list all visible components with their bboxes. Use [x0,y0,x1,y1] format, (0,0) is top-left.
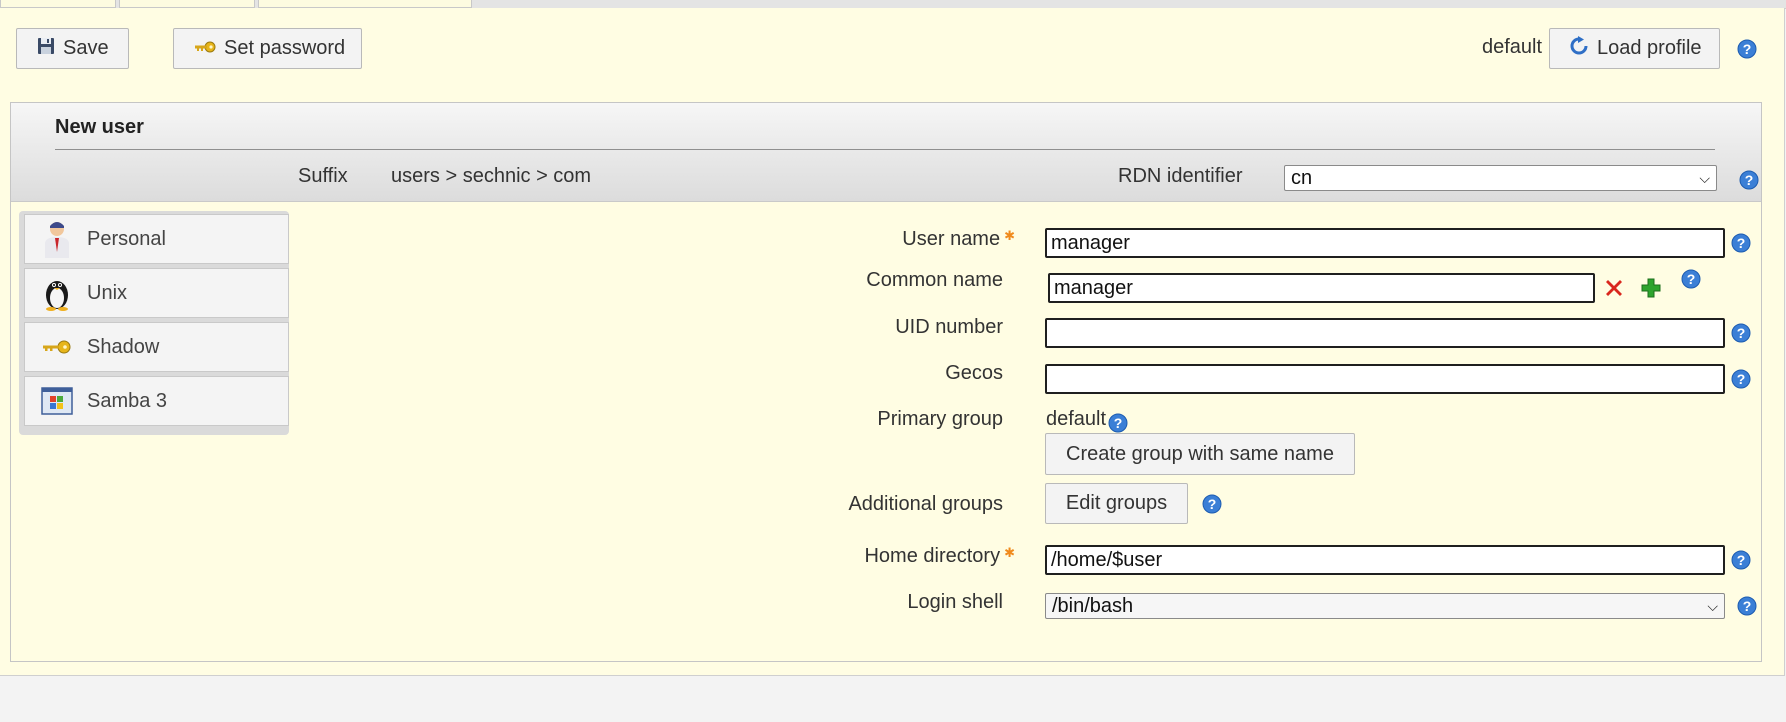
chevron-down-icon: ⌵ [1707,597,1718,614]
top-tab-2[interactable] [119,0,255,8]
gecos-label: Gecos [945,362,1003,384]
svg-text:?: ? [1737,371,1746,387]
home-directory-field[interactable] [1045,545,1725,575]
sidebar-item-label: Samba 3 [87,389,168,412]
main-frame: Save Set password default Load profile ?… [0,8,1785,676]
common-name-label: Common name [866,269,1003,291]
svg-text:?: ? [1743,598,1752,614]
sidebar-item-personal[interactable]: Personal [24,214,289,264]
rdn-select[interactable]: cn ⌵ [1284,165,1717,191]
person-icon [37,219,77,259]
required-asterisk-icon: ✱ [1004,545,1015,560]
chevron-down-icon: ⌵ [1699,169,1710,186]
user-name-field[interactable] [1045,228,1725,258]
svg-text:?: ? [1114,415,1123,431]
primary-group-value: default [1046,408,1107,430]
additional-groups-label: Additional groups [848,493,1003,515]
floppy-disk-icon [37,37,55,61]
panel-header: New user Suffix users > sechnic > com RD… [11,103,1761,202]
svg-text:?: ? [1208,496,1217,512]
load-profile-button[interactable]: Load profile [1549,28,1720,69]
top-tab-3[interactable] [258,0,472,8]
remove-icon[interactable] [1603,277,1625,299]
help-icon[interactable]: ? [1731,233,1751,253]
user-name-label: User name ✱ [902,228,1015,251]
penguin-icon [37,273,77,313]
required-asterisk-icon: ✱ [1004,228,1015,243]
key-icon [194,37,216,60]
svg-text:?: ? [1687,271,1696,287]
page-title: New user [55,116,144,138]
primary-group-label: Primary group [877,408,1003,430]
help-icon[interactable]: ? [1739,170,1759,190]
create-group-label: Create group with same name [1066,442,1334,465]
top-tab-1[interactable] [0,0,116,8]
suffix-value: users > sechnic > com [391,165,592,187]
set-password-button[interactable]: Set password [173,28,362,69]
svg-text:?: ? [1745,172,1754,188]
refresh-icon [1569,35,1589,62]
svg-text:?: ? [1737,325,1746,341]
svg-text:?: ? [1737,235,1746,251]
sidebar-item-shadow[interactable]: Shadow [24,322,289,372]
save-button[interactable]: Save [16,28,129,69]
login-shell-label: Login shell [907,591,1003,613]
home-directory-label-text: Home directory [864,545,1001,567]
profile-name: default [1482,36,1543,58]
account-type-tabs: Personal Unix Shadow Samba 3 [19,211,289,435]
sidebar-item-label: Personal [87,227,166,250]
help-icon[interactable]: ? [1681,269,1701,289]
load-profile-label: Load profile [1597,37,1702,59]
rdn-label: RDN identifier [1118,165,1243,187]
header-divider [55,149,1715,150]
sidebar-item-unix[interactable]: Unix [24,268,289,318]
windows-icon [37,381,77,421]
uid-number-field[interactable] [1045,318,1725,348]
help-icon[interactable]: ? [1737,39,1757,59]
edit-groups-button[interactable]: Edit groups [1045,483,1188,524]
sidebar-item-label: Shadow [87,335,160,358]
help-icon[interactable]: ? [1202,494,1222,514]
home-directory-label: Home directory ✱ [864,545,1015,568]
suffix-label: Suffix [298,165,348,187]
svg-text:?: ? [1743,41,1752,57]
save-button-label: Save [63,37,109,59]
help-icon[interactable]: ? [1731,550,1751,570]
help-icon[interactable]: ? [1737,596,1757,616]
login-shell-select[interactable]: /bin/bash ⌵ [1045,593,1725,619]
svg-text:?: ? [1737,552,1746,568]
sidebar-item-samba[interactable]: Samba 3 [24,376,289,426]
set-password-label: Set password [224,37,346,59]
user-name-label-text: User name [902,228,1001,250]
key-icon [37,327,77,367]
help-icon[interactable]: ? [1731,369,1751,389]
help-icon[interactable]: ? [1731,323,1751,343]
sidebar-item-label: Unix [87,281,128,304]
help-icon[interactable]: ? [1108,413,1128,433]
uid-number-label: UID number [895,316,1003,338]
user-panel: New user Suffix users > sechnic > com RD… [10,102,1762,662]
edit-groups-label: Edit groups [1065,492,1168,514]
common-name-field[interactable] [1048,273,1595,303]
create-group-button[interactable]: Create group with same name [1045,433,1355,475]
rdn-select-value: cn [1291,166,1313,189]
login-shell-value: /bin/bash [1052,594,1134,617]
add-icon[interactable] [1640,277,1662,299]
gecos-field[interactable] [1045,364,1725,394]
